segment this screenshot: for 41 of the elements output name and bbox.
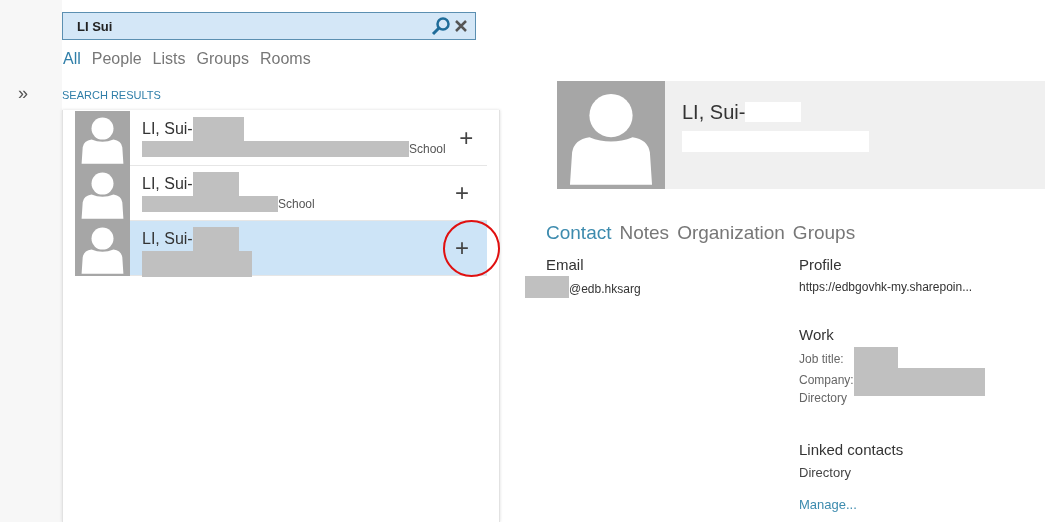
result-row[interactable]: LI, Sui- + <box>75 220 487 276</box>
contact-name: LI, Sui- <box>142 173 193 194</box>
add-button[interactable]: + <box>459 125 474 150</box>
add-button[interactable]: + <box>455 180 469 205</box>
close-icon[interactable] <box>454 19 468 33</box>
expand-button[interactable]: » <box>18 84 28 102</box>
profile-link[interactable]: https://edbgovhk-my.sharepoin... <box>799 278 985 296</box>
work-heading: Work <box>799 325 835 345</box>
linked-source: Directory <box>799 464 852 482</box>
manage-link[interactable]: Manage... <box>799 494 985 514</box>
results-heading: SEARCH RESULTS <box>62 88 162 103</box>
avatar-silhouette-icon <box>75 110 130 166</box>
detail-tab[interactable]: Contact <box>546 219 612 248</box>
profile-heading: Profile <box>799 254 843 275</box>
contact-detail: School <box>278 196 315 212</box>
detail-tab[interactable]: Groups <box>792 219 856 248</box>
avatar-silhouette-icon <box>557 81 665 189</box>
contact-detail: School <box>409 141 446 157</box>
avatar-silhouette-icon <box>75 220 130 276</box>
work-source: Directory <box>799 389 848 407</box>
email-value: @edb.hksarg <box>569 281 641 298</box>
filter-tab[interactable]: All <box>63 47 81 71</box>
profile-name: LI, Sui- <box>682 100 746 125</box>
detail-tab[interactable]: Notes <box>619 219 670 248</box>
search-icon[interactable] <box>431 16 451 36</box>
contact-name: LI, Sui- <box>142 228 193 249</box>
filter-tab[interactable]: Rooms <box>260 47 311 71</box>
filter-tab[interactable]: Groups <box>196 47 249 71</box>
filter-tab[interactable]: Lists <box>152 47 186 71</box>
search-field[interactable]: LI Sui <box>62 12 476 40</box>
redaction-block <box>525 276 569 298</box>
email-heading: Email <box>546 254 585 275</box>
add-button[interactable]: + <box>455 235 469 260</box>
job-title-label: Job title: <box>799 350 844 368</box>
linked-heading: Linked contacts <box>799 439 905 460</box>
contact-name: LI, Sui- <box>142 118 193 139</box>
company-label: Company: <box>799 371 854 389</box>
avatar-silhouette-icon <box>75 165 130 221</box>
filter-tab[interactable]: People <box>91 47 142 71</box>
detail-tab[interactable]: Organization <box>677 219 785 248</box>
result-row[interactable]: LI, Sui- School + <box>75 110 487 166</box>
